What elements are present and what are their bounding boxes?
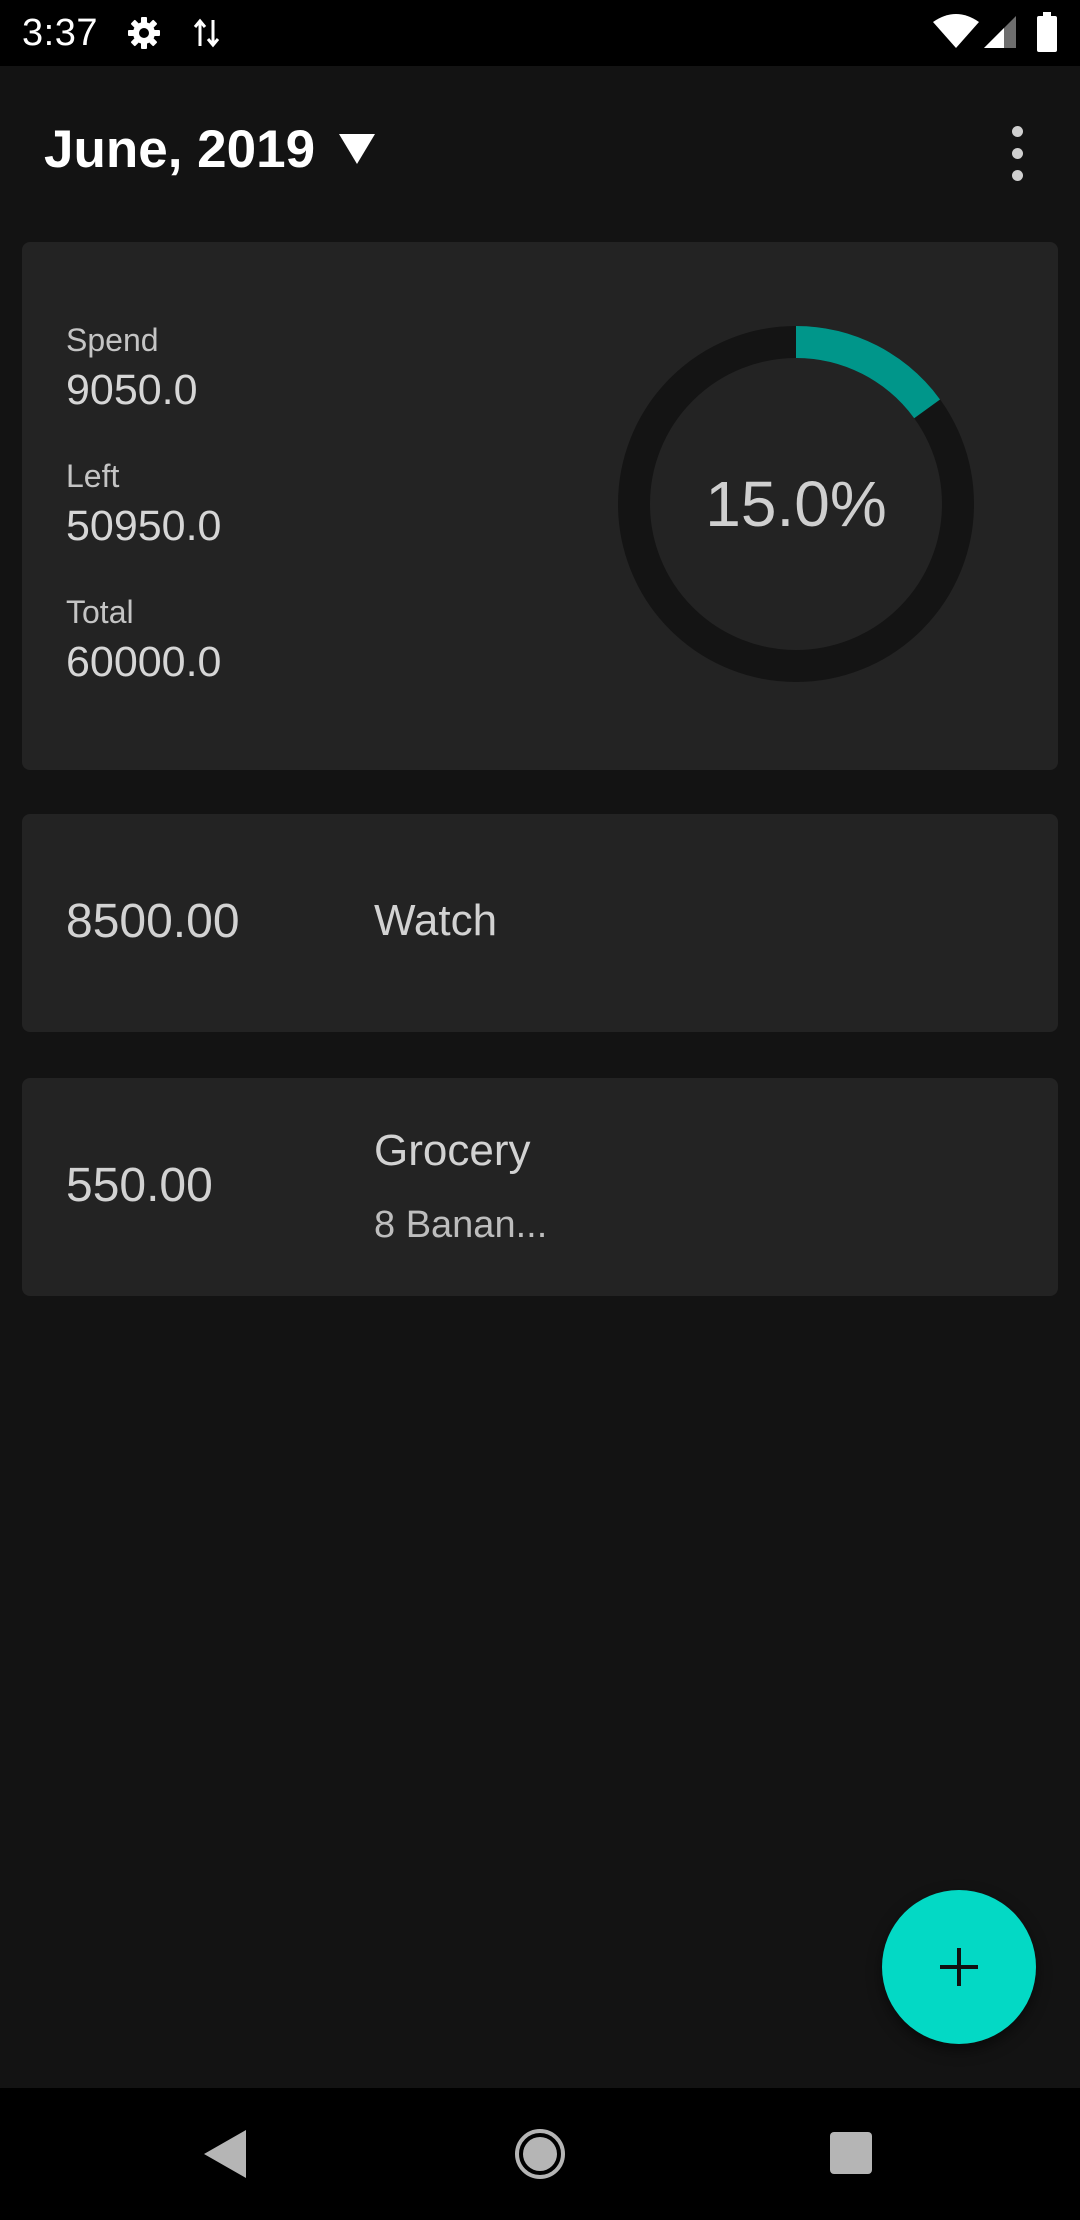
expense-title: Watch bbox=[374, 896, 498, 945]
summary-card: Spend 9050.0 Left 50950.0 Total 60000.0 … bbox=[22, 242, 1058, 770]
expense-note: 8 Banan... bbox=[374, 1204, 548, 1246]
left-value: 50950.0 bbox=[66, 502, 222, 550]
wifi-icon bbox=[933, 14, 979, 48]
settings-icon bbox=[128, 17, 160, 49]
budget-progress-ring: 15.0% bbox=[616, 324, 976, 684]
recents-icon[interactable] bbox=[828, 2130, 874, 2176]
home-icon[interactable] bbox=[514, 2128, 566, 2180]
spend-value: 9050.0 bbox=[66, 366, 198, 414]
status-bar: 3:37 bbox=[0, 0, 1080, 66]
status-time: 3:37 bbox=[22, 12, 98, 54]
back-icon[interactable] bbox=[200, 2128, 250, 2180]
expense-title: Grocery bbox=[374, 1126, 531, 1175]
app-screen: 3:37 June, 2019 Spend 9050.0 Left 50950.… bbox=[0, 0, 1080, 2220]
left-label: Left bbox=[66, 458, 120, 494]
data-transfer-icon bbox=[193, 18, 220, 48]
expense-amount: 8500.00 bbox=[66, 895, 240, 948]
app-bar: June, 2019 bbox=[0, 66, 1080, 226]
signal-icon bbox=[984, 16, 1016, 48]
add-expense-button[interactable] bbox=[882, 1890, 1036, 2044]
battery-icon bbox=[1037, 12, 1057, 52]
dropdown-arrow-icon bbox=[339, 134, 376, 164]
total-label: Total bbox=[66, 594, 134, 630]
navigation-bar bbox=[0, 2088, 1080, 2220]
progress-percent: 15.0% bbox=[705, 468, 887, 540]
expense-item[interactable]: 8500.00 Watch bbox=[22, 814, 1058, 1032]
month-label: June, 2019 bbox=[44, 119, 316, 179]
total-value: 60000.0 bbox=[66, 638, 222, 686]
expense-amount: 550.00 bbox=[66, 1159, 213, 1212]
month-picker[interactable]: June, 2019 bbox=[44, 114, 376, 184]
spend-label: Spend bbox=[66, 322, 159, 358]
more-vert-icon[interactable] bbox=[992, 116, 1044, 196]
expense-item[interactable]: 550.00 Grocery 8 Banan... bbox=[22, 1078, 1058, 1296]
